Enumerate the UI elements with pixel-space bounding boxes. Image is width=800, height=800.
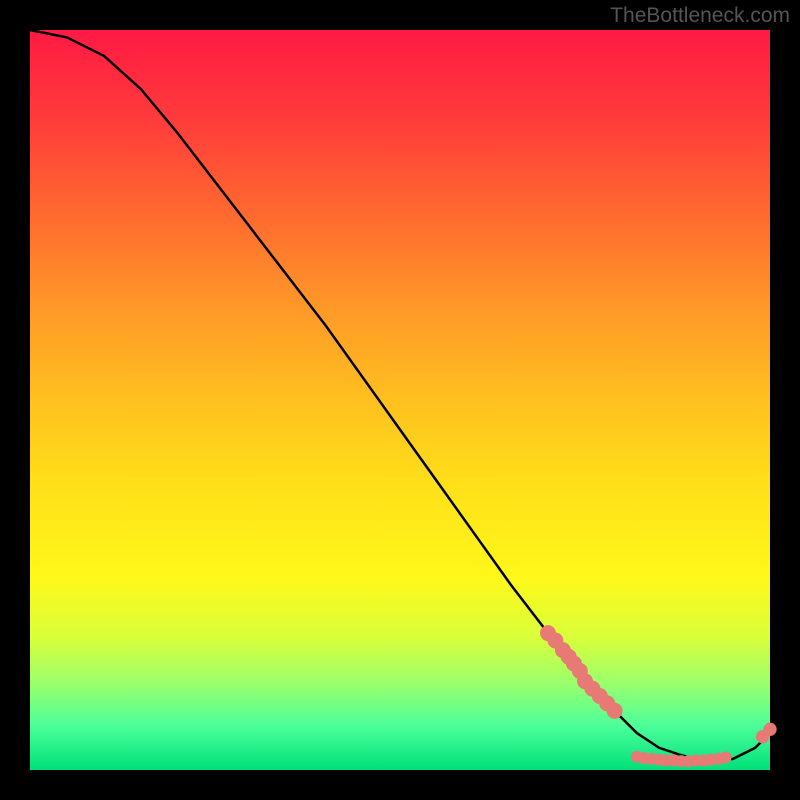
chart-container: TheBottleneck.com xyxy=(0,0,800,800)
data-markers xyxy=(540,625,777,767)
bottleneck-curve xyxy=(30,30,770,761)
data-marker xyxy=(607,703,623,719)
data-marker xyxy=(763,723,776,736)
chart-svg xyxy=(30,30,770,770)
plot-area xyxy=(30,30,770,770)
data-marker xyxy=(720,751,732,763)
watermark-text: TheBottleneck.com xyxy=(610,4,790,28)
